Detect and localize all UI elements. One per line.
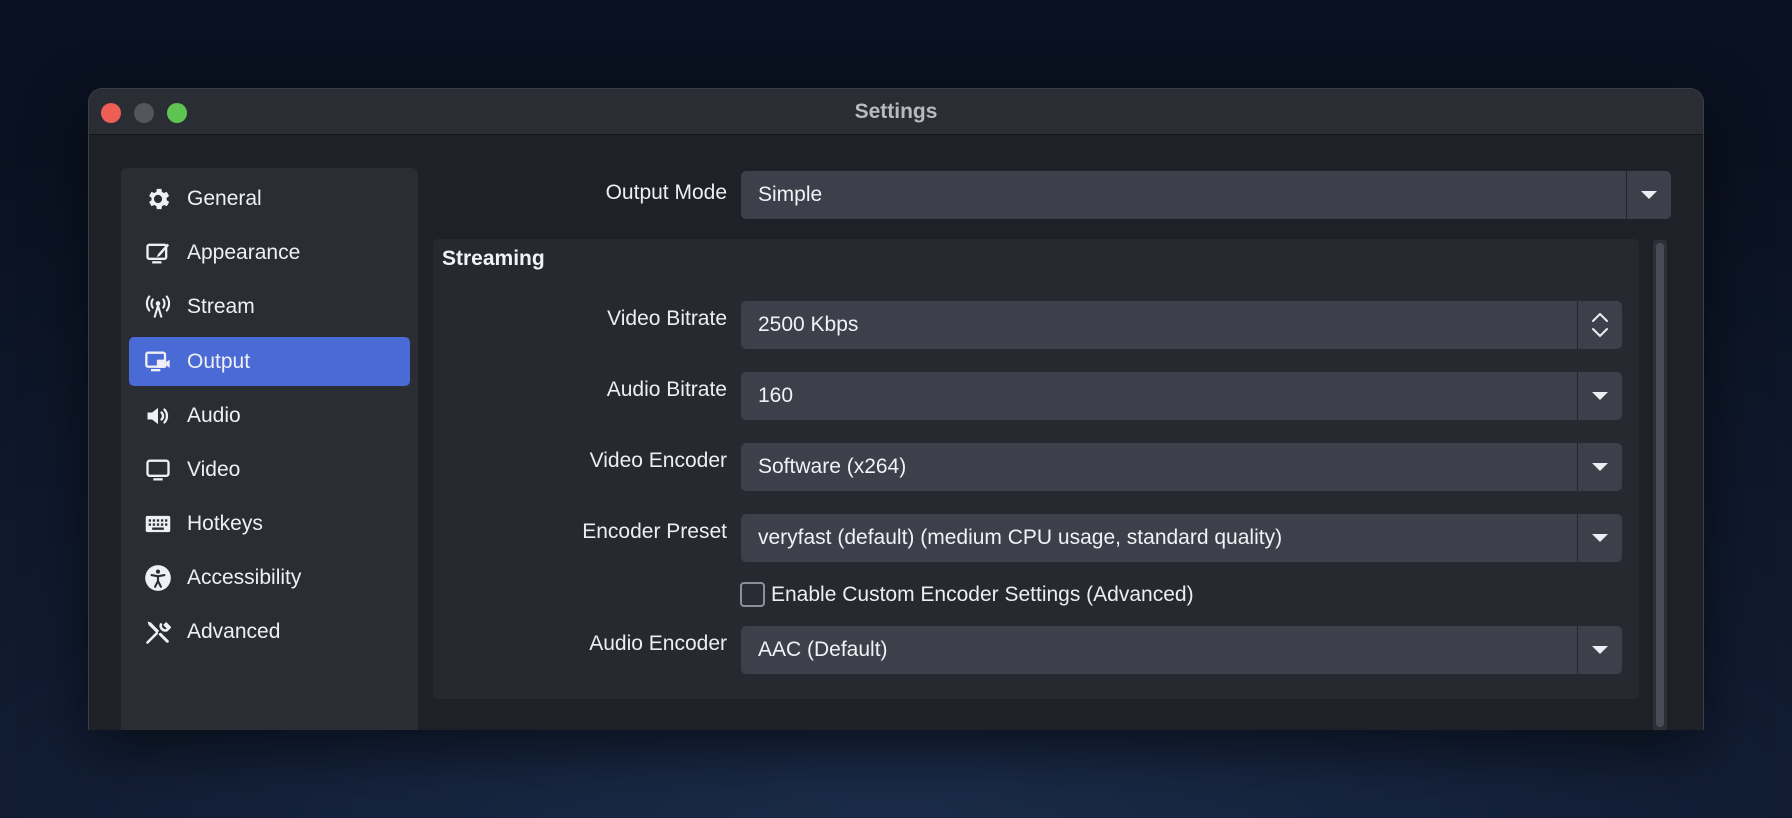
audio-bitrate-label: Audio Bitrate [606, 378, 727, 401]
sidebar-item-video[interactable]: Video [129, 445, 410, 494]
video-bitrate-label: Video Bitrate [607, 307, 727, 330]
video-encoder-dropdown-button[interactable] [1577, 443, 1622, 491]
video-encoder-label-wrap: Video Encoder [433, 449, 727, 479]
wrench-icon [143, 617, 173, 647]
gear-icon [143, 184, 173, 214]
sidebar-item-label: Advanced [187, 619, 281, 643]
audio-encoder-select[interactable]: AAC (Default) [741, 626, 1622, 674]
sidebar-item-audio[interactable]: Audio [129, 391, 410, 440]
speaker-icon [143, 401, 173, 431]
audio-encoder-value: AAC (Default) [758, 638, 888, 661]
accessibility-icon [143, 563, 173, 593]
chevron-down-icon [1592, 534, 1608, 542]
appearance-icon [143, 238, 173, 268]
output-mode-dropdown-button[interactable] [1626, 171, 1671, 219]
sidebar-item-label: Output [187, 349, 251, 373]
output-mode-select[interactable]: Simple [741, 171, 1671, 219]
sidebar-item-output[interactable]: Output [129, 337, 410, 386]
sidebar-item-hotkeys[interactable]: Hotkeys [129, 499, 410, 548]
sidebar-item-label: Accessibility [187, 565, 302, 589]
scrollbar-thumb[interactable] [1656, 243, 1664, 727]
window-title: Settings [854, 100, 938, 123]
audio-bitrate-label-wrap: Audio Bitrate [433, 378, 727, 408]
sidebar-item-appearance[interactable]: Appearance [129, 228, 410, 277]
keyboard-icon [143, 509, 173, 539]
chevron-down-icon [1592, 463, 1608, 471]
sidebar-item-label: General [187, 186, 262, 210]
output-mode-value: Simple [758, 183, 823, 206]
video-encoder-select[interactable]: Software (x264) [741, 443, 1622, 491]
audio-bitrate-value: 160 [758, 384, 794, 407]
sidebar-item-general[interactable]: General [129, 174, 410, 223]
output-mode-label: Output Mode [605, 181, 727, 204]
sidebar-item-stream[interactable]: Stream [129, 282, 410, 331]
audio-encoder-label-wrap: Audio Encoder [433, 632, 727, 662]
custom-encoder-checkbox[interactable] [740, 582, 765, 607]
video-bitrate-value: 2500 Kbps [758, 313, 859, 336]
sidebar-item-label: Stream [187, 294, 255, 318]
sidebar-item-label: Hotkeys [187, 511, 263, 535]
output-icon [143, 347, 173, 377]
output-mode-row-label-wrap: Output Mode [433, 181, 727, 211]
chevron-down-icon [1592, 392, 1608, 400]
streaming-title: Streaming [442, 247, 545, 270]
sidebar-item-label: Appearance [187, 240, 301, 264]
video-bitrate-stepper[interactable] [1577, 301, 1622, 349]
sidebar-item-label: Video [187, 457, 241, 481]
video-encoder-value: Software (x264) [758, 455, 907, 478]
video-bitrate-spinbox[interactable]: 2500 Kbps [741, 301, 1622, 349]
chevron-down-icon [1592, 646, 1608, 654]
chevron-down-icon[interactable] [1591, 327, 1609, 339]
encoder-preset-value: veryfast (default) (medium CPU usage, st… [758, 526, 1283, 549]
title-bar: Settings [89, 89, 1703, 135]
video-bitrate-label-wrap: Video Bitrate [433, 307, 727, 337]
settings-scrollbar[interactable] [1653, 240, 1667, 730]
encoder-preset-label: Encoder Preset [582, 520, 727, 543]
video-encoder-label: Video Encoder [589, 449, 727, 472]
monitor-icon [143, 455, 173, 485]
antenna-icon [143, 292, 173, 322]
audio-encoder-label: Audio Encoder [589, 632, 727, 655]
audio-bitrate-dropdown-button[interactable] [1577, 372, 1622, 420]
chevron-up-icon[interactable] [1591, 311, 1609, 323]
settings-sidebar: General Appearance Stream Output Audio V… [121, 168, 418, 730]
audio-bitrate-select[interactable]: 160 [741, 372, 1622, 420]
chevron-down-icon [1641, 191, 1657, 199]
audio-encoder-dropdown-button[interactable] [1577, 626, 1622, 674]
custom-encoder-label[interactable]: Enable Custom Encoder Settings (Advanced… [771, 583, 1194, 607]
encoder-preset-select[interactable]: veryfast (default) (medium CPU usage, st… [741, 514, 1622, 562]
sidebar-item-advanced[interactable]: Advanced [129, 607, 410, 656]
encoder-preset-dropdown-button[interactable] [1577, 514, 1622, 562]
settings-window: Settings General Appearance Stream Outpu… [88, 88, 1704, 730]
encoder-preset-label-wrap: Encoder Preset [433, 520, 727, 550]
sidebar-item-accessibility[interactable]: Accessibility [129, 553, 410, 602]
sidebar-item-label: Audio [187, 403, 241, 427]
